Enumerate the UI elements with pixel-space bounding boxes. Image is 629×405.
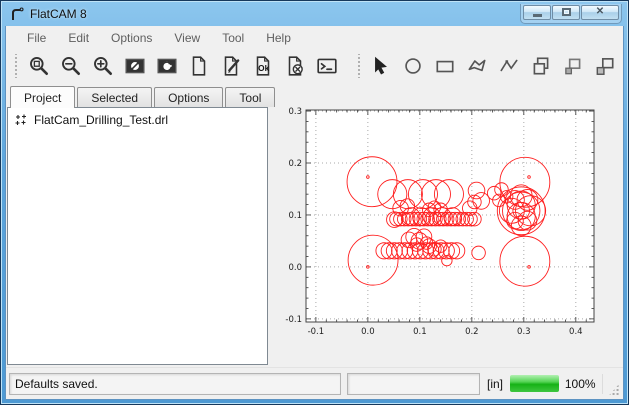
progress-bar-fill	[510, 375, 559, 392]
shell-icon	[316, 55, 338, 77]
plot-canvas[interactable]: -0.1 0.0 0.1 0.2 0.3 0.4 -0.1 0.0 0.1 0.2 0.3	[270, 94, 622, 360]
menu-bar: FileEditOptionsViewToolHelp	[6, 26, 623, 49]
delete-file-icon	[284, 55, 306, 77]
zoom-in-button[interactable]	[89, 52, 117, 80]
ok-file-icon: Ok	[252, 55, 274, 77]
y-tick-label: -0.1	[285, 315, 302, 325]
menu-view[interactable]: View	[163, 28, 211, 48]
status-message-text: Defaults saved.	[15, 377, 98, 391]
plot-tool-group: Ok	[25, 52, 341, 80]
menu-edit[interactable]: Edit	[57, 28, 100, 48]
left-column: ProjectSelectedOptionsTool FlatCam_Drill…	[6, 83, 268, 367]
resize-grip-icon[interactable]	[608, 383, 620, 396]
new-file-icon	[188, 55, 210, 77]
main-toolbar: Ok	[6, 49, 623, 83]
toolbar-grip[interactable]	[14, 54, 19, 78]
zoom-fit-icon	[28, 55, 50, 77]
new-file-button[interactable]	[185, 52, 213, 80]
svg-text:Ok: Ok	[258, 64, 269, 73]
polygon-tool-icon	[466, 55, 488, 77]
menu-help[interactable]: Help	[255, 28, 302, 48]
minimize-button[interactable]	[523, 5, 551, 20]
circle-tool-icon	[402, 55, 424, 77]
tree-item[interactable]: FlatCam_Drilling_Test.drl	[8, 108, 267, 129]
status-secondary-field	[347, 373, 480, 395]
tab-project[interactable]: Project	[10, 86, 75, 108]
window-title: FlatCAM 8	[30, 7, 87, 21]
plot-panel: -0.1 0.0 0.1 0.2 0.3 0.4 -0.1 0.0 0.1 0.2 0.3	[268, 83, 623, 367]
app-window: FlatCAM 8 ✕ FileEditOptionsViewToolHelp …	[0, 0, 629, 405]
y-tick-label: 0.0	[288, 263, 302, 273]
tab-tool[interactable]: Tool	[225, 87, 275, 107]
notebook-tabs: ProjectSelectedOptionsTool	[7, 85, 268, 107]
path-tool-icon	[498, 55, 520, 77]
clear-plot-icon	[124, 55, 146, 77]
units-indicator: [in]	[486, 377, 504, 391]
select-arrow-icon	[370, 55, 392, 77]
restore-button[interactable]	[552, 5, 580, 20]
drill-object-icon	[14, 113, 28, 127]
circle-tool-button[interactable]	[399, 52, 427, 80]
x-tick-label: 0.4	[569, 327, 583, 337]
copy-geometry-button[interactable]	[559, 52, 587, 80]
copy-geometry-icon	[562, 55, 584, 77]
edit-file-icon	[220, 55, 242, 77]
zoom-out-icon	[60, 55, 82, 77]
statusbar-separator	[602, 374, 603, 394]
flatcam-logo-icon	[9, 6, 25, 22]
replot-icon	[156, 55, 178, 77]
editor-tool-group	[367, 52, 619, 80]
toolbar-grip-2[interactable]	[357, 54, 362, 78]
y-tick-label: 0.1	[288, 211, 302, 221]
move-objects-icon	[594, 55, 616, 77]
zoom-in-icon	[92, 55, 114, 77]
ok-file-button[interactable]: Ok	[249, 52, 277, 80]
progress-bar	[510, 375, 559, 392]
close-button[interactable]: ✕	[581, 5, 619, 20]
move-objects-button[interactable]	[591, 52, 619, 80]
copy-objects-icon	[530, 55, 552, 77]
path-tool-button[interactable]	[495, 52, 523, 80]
replot-button[interactable]	[153, 52, 181, 80]
clear-plot-button[interactable]	[121, 52, 149, 80]
minimize-icon	[533, 14, 542, 17]
x-tick-label: -0.1	[308, 327, 325, 337]
status-message-field: Defaults saved.	[9, 373, 341, 395]
status-bar: Defaults saved. [in] 100%	[6, 367, 623, 399]
progress-percent-label: 100%	[565, 377, 596, 391]
x-tick-label: 0.1	[413, 327, 427, 337]
copy-objects-button[interactable]	[527, 52, 555, 80]
y-tick-label: 0.2	[288, 159, 302, 169]
main-content: ProjectSelectedOptionsTool FlatCam_Drill…	[6, 83, 623, 367]
y-tick-label: 0.3	[288, 107, 302, 117]
polygon-tool-button[interactable]	[463, 52, 491, 80]
rectangle-tool-button[interactable]	[431, 52, 459, 80]
delete-file-button[interactable]	[281, 52, 309, 80]
tab-selected[interactable]: Selected	[77, 87, 152, 107]
tree-item-label: FlatCam_Drilling_Test.drl	[34, 113, 168, 127]
x-tick-label: 0.0	[361, 327, 375, 337]
menu-file[interactable]: File	[16, 28, 57, 48]
window-controls: ✕	[520, 4, 622, 24]
x-tick-label: 0.3	[517, 327, 531, 337]
client-area: FileEditOptionsViewToolHelp Ok ProjectSe…	[5, 26, 624, 400]
tab-options[interactable]: Options	[154, 87, 223, 107]
rectangle-tool-icon	[434, 55, 456, 77]
restore-icon	[562, 8, 571, 16]
menu-tool[interactable]: Tool	[211, 28, 255, 48]
project-tree[interactable]: FlatCam_Drilling_Test.drl	[7, 107, 268, 365]
title-bar[interactable]: FlatCAM 8 ✕	[1, 1, 628, 26]
zoom-out-button[interactable]	[57, 52, 85, 80]
close-icon: ✕	[596, 7, 604, 17]
edit-file-button[interactable]	[217, 52, 245, 80]
select-arrow-button[interactable]	[367, 52, 395, 80]
shell-button[interactable]	[313, 52, 341, 80]
menu-options[interactable]: Options	[100, 28, 163, 48]
x-tick-label: 0.2	[465, 327, 479, 337]
zoom-fit-button[interactable]	[25, 52, 53, 80]
